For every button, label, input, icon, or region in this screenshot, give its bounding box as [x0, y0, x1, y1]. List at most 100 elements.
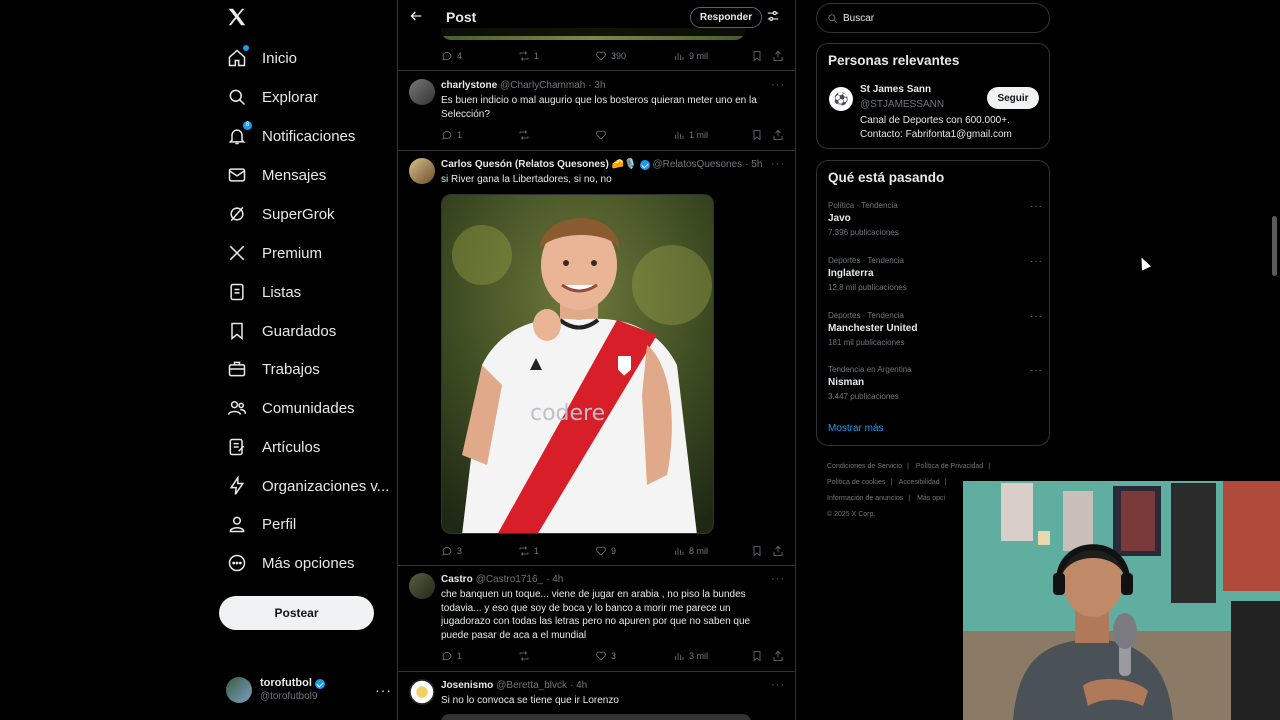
author-handle[interactable]: @Castro1716_: [476, 574, 543, 585]
nav-label: Notificaciones: [262, 127, 356, 145]
more-icon[interactable]: ···: [375, 682, 392, 698]
more-icon[interactable]: ···: [771, 573, 785, 585]
author-name[interactable]: charlystone: [441, 80, 497, 91]
repost-action[interactable]: [518, 649, 530, 663]
more-icon[interactable]: ···: [1030, 365, 1043, 376]
author-handle[interactable]: @Beretta_blvck: [496, 680, 567, 691]
bookmark-action[interactable]: [751, 49, 763, 63]
author-name[interactable]: Carlos Quesón (Relatos Quesones) 🧀🎙️: [441, 159, 637, 170]
trend-item[interactable]: Política · Tendencia Javo 7.396 publicac…: [828, 201, 1043, 245]
footer-link[interactable]: Política de cookies: [827, 479, 885, 486]
streamer-camera-feed: [963, 481, 1280, 720]
nav-item-explorar[interactable]: Explorar: [226, 82, 318, 112]
footer-link[interactable]: Accesibilidad: [899, 479, 940, 486]
nav-item-mensajes[interactable]: Mensajes: [226, 160, 326, 190]
tweet-time[interactable]: · 4h: [570, 680, 587, 691]
share-action[interactable]: [772, 128, 784, 142]
show-more-link[interactable]: Mostrar más: [828, 423, 884, 434]
reply-tweet[interactable]: Castro @Castro1716_ · 4h ··· che banquen…: [398, 566, 795, 670]
tweet-photo[interactable]: codere: [441, 194, 714, 534]
back-arrow-icon[interactable]: [408, 8, 426, 26]
tweet-time[interactable]: · 5h: [745, 159, 762, 170]
nav-item-inicio[interactable]: Inicio: [226, 43, 297, 73]
more-icon[interactable]: ···: [771, 79, 785, 91]
repost-action[interactable]: [518, 128, 530, 142]
more-icon[interactable]: ···: [1030, 311, 1043, 322]
views-action[interactable]: 1 mil: [673, 128, 708, 142]
reply-action[interactable]: 4: [441, 49, 462, 63]
nav-item-premium[interactable]: Premium: [226, 238, 322, 268]
trend-item[interactable]: Tendencia en Argentina Nisman 3.447 publ…: [828, 365, 1043, 409]
post-button[interactable]: Postear: [219, 596, 374, 630]
like-action[interactable]: 3: [595, 649, 616, 663]
nav-item-comunidades[interactable]: Comunidades: [226, 393, 355, 423]
bookmark-action[interactable]: [751, 649, 763, 663]
share-icon: [773, 650, 783, 661]
bookmark-action[interactable]: [751, 128, 763, 142]
footer-link[interactable]: Condiciones de Servicio: [827, 463, 902, 470]
trend-item[interactable]: Deportes · Tendencia Manchester United 1…: [828, 311, 1043, 355]
avatar[interactable]: [409, 79, 435, 105]
repost-action[interactable]: 1: [518, 49, 539, 63]
nav-item-trabajos[interactable]: Trabajos: [226, 354, 320, 384]
bookmark-icon: [753, 130, 761, 141]
repost-action[interactable]: 1: [518, 544, 539, 558]
tweet-time[interactable]: · 3h: [588, 80, 605, 91]
reply-button[interactable]: Responder: [690, 7, 762, 28]
tweet-photo[interactable]: [441, 714, 751, 720]
more-icon[interactable]: ···: [1030, 256, 1043, 267]
more-icon[interactable]: ···: [1030, 201, 1043, 212]
footer-link[interactable]: Política de Privacidad: [916, 463, 983, 470]
nav-item-organizaciones[interactable]: Organizaciones v...: [226, 471, 389, 501]
avatar[interactable]: ⚽: [829, 87, 853, 111]
share-action[interactable]: [772, 544, 784, 558]
profile-name[interactable]: St James Sann: [860, 84, 931, 95]
reply-tweet[interactable]: Carlos Quesón (Relatos Quesones) 🧀🎙️ @Re…: [398, 151, 795, 565]
share-action[interactable]: [772, 649, 784, 663]
reply-action[interactable]: 1: [441, 128, 462, 142]
views-action[interactable]: 8 mil: [673, 544, 708, 558]
views-action[interactable]: 9 mil: [673, 49, 708, 63]
reply-tweet[interactable]: charlystone @CharlyChammah · 3h ··· Es b…: [398, 71, 795, 151]
footer-separator: |: [944, 479, 947, 486]
account-switcher[interactable]: torofutbol @torofutbol9 ···: [226, 674, 391, 706]
share-action[interactable]: [772, 49, 784, 63]
nav-item-supergrok[interactable]: SuperGrok: [226, 199, 335, 229]
reply-action[interactable]: 3: [441, 544, 462, 558]
nav-item-notificaciones[interactable]: 8 Notificaciones: [226, 121, 355, 151]
avatar[interactable]: [409, 158, 435, 184]
nav-item-articulos[interactable]: Artículos: [226, 432, 320, 462]
reply-action[interactable]: 1: [441, 649, 462, 663]
nav-label: Listas: [262, 283, 302, 301]
like-action[interactable]: 9: [595, 544, 616, 558]
nav-item-guardados[interactable]: Guardados: [226, 316, 336, 346]
trend-item[interactable]: Deportes · Tendencia Inglaterra 12,8 mil…: [828, 256, 1043, 300]
nav-item-listas[interactable]: Listas: [226, 277, 301, 307]
footer-link[interactable]: Información de anuncios: [827, 495, 903, 502]
reply-tweet[interactable]: Josenismo @Beretta_blvck · 4h ··· Si no …: [398, 672, 795, 720]
nav-label: Mensajes: [262, 166, 327, 184]
bookmark-action[interactable]: [751, 544, 763, 558]
like-action[interactable]: 390: [595, 49, 626, 63]
avatar[interactable]: [409, 573, 435, 599]
author-name[interactable]: Castro: [441, 574, 473, 585]
sliders-icon[interactable]: [766, 9, 780, 23]
more-icon[interactable]: ···: [771, 679, 785, 691]
profile-handle[interactable]: @STJAMESSANN: [860, 99, 944, 110]
more-icon[interactable]: ···: [771, 158, 785, 170]
repost-icon: [519, 546, 529, 556]
nav-item-mas-opciones[interactable]: Más opciones: [226, 548, 355, 578]
footer-link[interactable]: Más opci: [917, 495, 945, 502]
scrollbar-thumb[interactable]: [1272, 216, 1277, 276]
x-logo-icon[interactable]: [226, 6, 250, 30]
nav-item-perfil[interactable]: Perfil: [226, 509, 296, 539]
author-handle[interactable]: @RelatosQuesones: [653, 159, 743, 170]
like-action[interactable]: [595, 128, 607, 142]
follow-button[interactable]: Seguir: [987, 87, 1039, 109]
author-name[interactable]: Josenismo: [441, 680, 493, 691]
avatar[interactable]: [409, 679, 435, 705]
views-action[interactable]: 3 mil: [673, 649, 708, 663]
author-handle[interactable]: @CharlyChammah: [500, 80, 585, 91]
search-input[interactable]: Buscar: [816, 3, 1050, 33]
tweet-time[interactable]: · 4h: [546, 574, 563, 585]
